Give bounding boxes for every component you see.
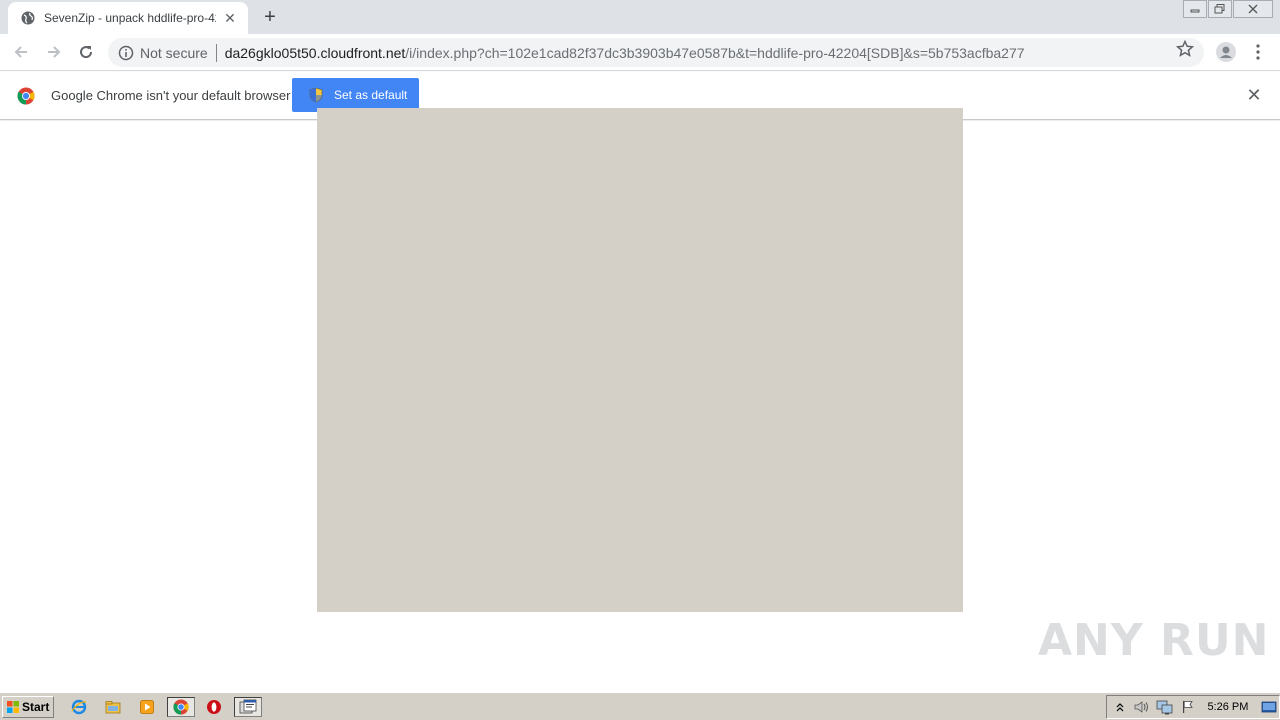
avatar-icon bbox=[1216, 42, 1236, 62]
browser-tab[interactable]: SevenZip - unpack hddlife-pro-42204 ✕ bbox=[8, 2, 248, 34]
forward-button[interactable] bbox=[42, 40, 66, 64]
volume-icon[interactable] bbox=[1133, 698, 1153, 716]
arrow-right-icon bbox=[48, 46, 61, 58]
omnibox-divider bbox=[215, 43, 217, 62]
network-icon[interactable] bbox=[1155, 698, 1175, 716]
chrome-taskbar-icon[interactable] bbox=[167, 697, 195, 717]
info-icon[interactable] bbox=[118, 45, 134, 61]
uac-shield-icon bbox=[309, 87, 323, 103]
url-host: da26gklo05t50.cloudfront.net bbox=[224, 44, 406, 61]
start-button[interactable]: Start bbox=[2, 696, 54, 718]
media-player-icon[interactable] bbox=[136, 697, 158, 717]
anyrun-watermark: ANY RUN bbox=[1038, 608, 1270, 672]
arrow-left-icon bbox=[14, 46, 27, 58]
show-desktop-icon[interactable] bbox=[1259, 698, 1279, 716]
restore-button[interactable] bbox=[1208, 0, 1232, 18]
infobar-message: Google Chrome isn't your default browser bbox=[51, 88, 291, 103]
watermark-text: ANY RUN bbox=[1038, 614, 1270, 666]
menu-button[interactable] bbox=[1246, 40, 1270, 64]
kebab-menu-icon bbox=[1256, 44, 1260, 60]
minimize-button[interactable] bbox=[1183, 0, 1207, 18]
taskbar-clock[interactable]: 5:26 PM bbox=[1207, 701, 1248, 713]
address-bar[interactable]: Not secure da26gklo05t50.cloudfront.net … bbox=[108, 38, 1204, 67]
tab-strip: SevenZip - unpack hddlife-pro-42204 ✕ + bbox=[0, 0, 1280, 34]
url-path: /i/index.php?ch=102e1cad82f37dc3b3903b47… bbox=[405, 44, 1025, 61]
globe-icon bbox=[20, 10, 36, 26]
chrome-logo-icon bbox=[17, 87, 35, 105]
tab-close-icon[interactable]: ✕ bbox=[222, 10, 238, 26]
system-tray: 5:26 PM bbox=[1106, 695, 1280, 719]
taskbar: Start 5:26 PM bbox=[0, 692, 1280, 720]
tab-title: SevenZip - unpack hddlife-pro-42204 bbox=[44, 11, 216, 25]
file-explorer-icon[interactable] bbox=[102, 697, 124, 717]
set-as-default-label: Set as default bbox=[334, 88, 408, 102]
start-label: Start bbox=[22, 700, 50, 714]
close-window-button[interactable] bbox=[1233, 0, 1273, 18]
back-button[interactable] bbox=[9, 40, 33, 64]
tray-expand-icon[interactable] bbox=[1110, 698, 1130, 716]
internet-explorer-icon[interactable] bbox=[68, 697, 90, 717]
browser-toolbar: Not secure da26gklo05t50.cloudfront.net … bbox=[0, 34, 1280, 71]
opera-icon[interactable] bbox=[203, 697, 225, 717]
reload-icon bbox=[80, 46, 93, 59]
infobar-close-icon[interactable]: ✕ bbox=[1246, 86, 1262, 104]
content-panel bbox=[317, 108, 963, 612]
profile-button[interactable] bbox=[1214, 40, 1238, 64]
reload-button[interactable] bbox=[74, 40, 98, 64]
action-center-flag-icon[interactable] bbox=[1178, 698, 1198, 716]
security-label[interactable]: Not secure bbox=[140, 45, 208, 61]
bookmark-star-icon[interactable] bbox=[1176, 40, 1194, 58]
new-tab-button[interactable]: + bbox=[258, 6, 282, 28]
windows-flag-icon bbox=[7, 701, 19, 713]
task-window-icon[interactable] bbox=[234, 697, 262, 717]
set-as-default-button[interactable]: Set as default bbox=[292, 78, 419, 112]
